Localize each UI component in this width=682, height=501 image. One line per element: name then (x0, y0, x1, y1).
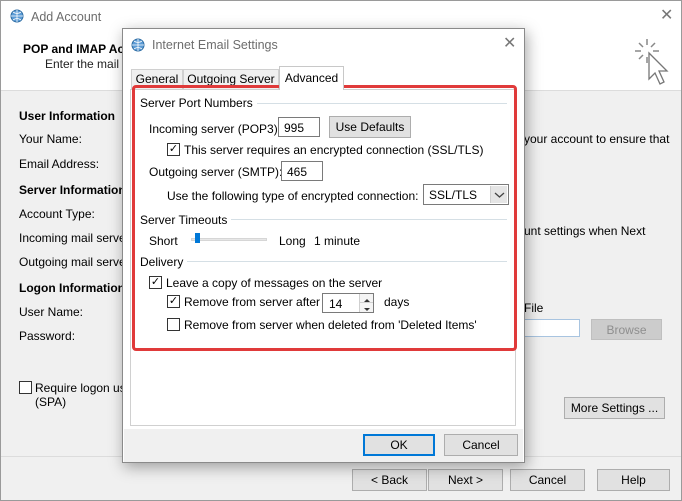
user-info-header: User Information (19, 109, 116, 123)
add-account-title: Add Account (31, 10, 102, 24)
user-name-label: User Name: (19, 305, 84, 319)
wizard-cancel-button[interactable]: Cancel (510, 469, 585, 491)
more-settings-button[interactable]: More Settings ... (564, 397, 665, 419)
your-name-label: Your Name: (19, 132, 82, 146)
spa-checkbox[interactable] (19, 381, 32, 394)
add-account-heading: POP and IMAP Account Settings (23, 42, 127, 56)
internet-email-settings-dialog: Internet Email Settings ✕ General Outgoi… (122, 28, 525, 463)
highlight-box (132, 85, 517, 351)
browse-button[interactable]: Browse (591, 319, 662, 340)
dialog-globe-icon (131, 38, 145, 52)
ok-button[interactable]: OK (363, 434, 435, 456)
outgoing-mail-server-label: Outgoing mail server (SMTP): (19, 255, 124, 269)
incoming-mail-server-label: Incoming mail server: (19, 231, 124, 245)
test-settings-text: your account to ensure that (524, 132, 670, 146)
outlook-globe-icon (10, 9, 24, 23)
cursor-sparkle-icon (635, 39, 669, 85)
dialog-close-icon[interactable]: ✕ (503, 36, 516, 52)
dialog-title: Internet Email Settings (152, 38, 278, 52)
existing-data-file-label: File (524, 301, 544, 315)
spa-label-line2: (SPA) (35, 395, 67, 409)
back-button[interactable]: < Back (352, 469, 427, 491)
add-account-subheading: Enter the mail server settings for your … (45, 57, 127, 71)
help-button[interactable]: Help (597, 469, 670, 491)
server-info-header: Server Information (19, 183, 126, 197)
email-address-label: Email Address: (19, 157, 100, 171)
auto-test-text: unt settings when Next (524, 224, 646, 238)
logon-info-header: Logon Information (19, 281, 125, 295)
add-account-close-icon[interactable]: ✕ (660, 8, 673, 24)
password-label: Password: (19, 329, 76, 343)
data-file-path-input[interactable] (516, 319, 580, 337)
tab-advanced[interactable]: Advanced (279, 66, 344, 90)
next-button[interactable]: Next > (428, 469, 503, 491)
account-type-label: Account Type: (19, 207, 95, 221)
cancel-button[interactable]: Cancel (444, 434, 518, 456)
spa-label: Require logon using Secure Password Auth… (35, 381, 125, 395)
